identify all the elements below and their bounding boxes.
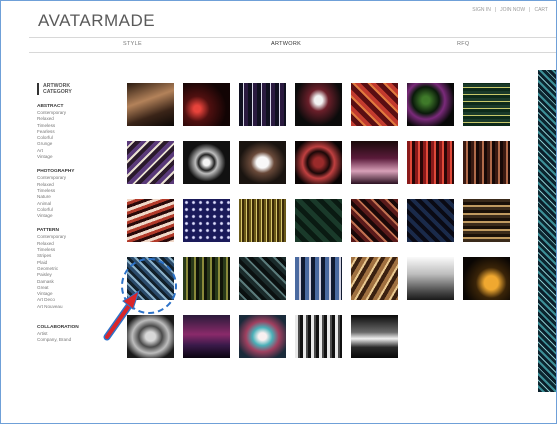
artwork-thumb-r3c7[interactable]: [463, 199, 510, 242]
artwork-thumb-r2c6[interactable]: [407, 141, 454, 184]
artwork-thumb-r5c3[interactable]: [239, 315, 286, 358]
artwork-thumb-r2c7[interactable]: [463, 141, 510, 184]
artwork-thumb-r3c5[interactable]: [351, 199, 398, 242]
nav-separator: |: [494, 7, 497, 13]
tab-rfq[interactable]: RFQ: [457, 41, 470, 47]
tab-style[interactable]: STYLE: [123, 41, 142, 47]
artwork-thumb-r5c4[interactable]: [295, 315, 342, 358]
category-heading: ARTWORK CATEGORY: [37, 83, 107, 95]
join-now-link[interactable]: JOIN NOW: [500, 7, 525, 13]
artwork-thumb-r2c3[interactable]: [239, 141, 286, 184]
artwork-thumb-r4c5[interactable]: [351, 257, 398, 300]
artwork-thumb-r2c2[interactable]: [183, 141, 230, 184]
artwork-thumb-r1c1[interactable]: [127, 83, 174, 126]
sign-in-link[interactable]: SIGN IN: [472, 7, 491, 13]
category-heading-line2: CATEGORY: [43, 89, 72, 95]
main-nav: STYLE ARTWORK RFQ: [29, 37, 556, 53]
nav-separator: |: [529, 7, 531, 13]
top-utility-nav: SIGN IN | JOIN NOW | CART: [472, 7, 548, 13]
artwork-thumb-r4c7[interactable]: [463, 257, 510, 300]
artwork-thumb-r2c4[interactable]: [295, 141, 342, 184]
artwork-thumb-r5c5[interactable]: [351, 315, 398, 358]
artwork-thumb-r3c4[interactable]: [295, 199, 342, 242]
annotation-arrow-icon: [103, 289, 140, 341]
site-logo[interactable]: AVATARMADE: [38, 11, 155, 31]
artwork-thumb-r1c3[interactable]: [239, 83, 286, 126]
artwork-thumb-r2c1[interactable]: [127, 141, 174, 184]
artwork-thumb-r1c7[interactable]: [463, 83, 510, 126]
artwork-thumb-r1c5[interactable]: [351, 83, 398, 126]
category-sidebar: ARTWORK CATEGORY ABSTRACT Contemporary Rel…: [37, 83, 107, 344]
page-frame: AVATARMADE SIGN IN | JOIN NOW | CART STY…: [0, 0, 557, 424]
artwork-thumb-r3c3[interactable]: [239, 199, 286, 242]
artwork-thumb-r1c6[interactable]: [407, 83, 454, 126]
category-link[interactable]: Company, Brand: [37, 337, 107, 343]
artwork-thumb-r3c2[interactable]: [183, 199, 230, 242]
tab-artwork[interactable]: ARTWORK: [271, 41, 301, 47]
artwork-thumb-r5c2[interactable]: [183, 315, 230, 358]
artwork-thumb-r1c2[interactable]: [183, 83, 230, 126]
cart-link[interactable]: CART: [534, 7, 548, 13]
artwork-thumb-r4c6[interactable]: [407, 257, 454, 300]
artwork-thumb-r1c4[interactable]: [295, 83, 342, 126]
artwork-thumb-r3c6[interactable]: [407, 199, 454, 242]
artwork-thumb-r4c4[interactable]: [295, 257, 342, 300]
category-sections: ABSTRACT Contemporary Relaxed Timeless Fearl…: [37, 104, 107, 344]
artwork-thumb-r4c3[interactable]: [239, 257, 286, 300]
artwork-preview-panel[interactable]: [538, 70, 556, 392]
artwork-thumb-r4c2[interactable]: [183, 257, 230, 300]
artwork-thumb-r3c1[interactable]: [127, 199, 174, 242]
artwork-thumb-r2c5[interactable]: [351, 141, 398, 184]
